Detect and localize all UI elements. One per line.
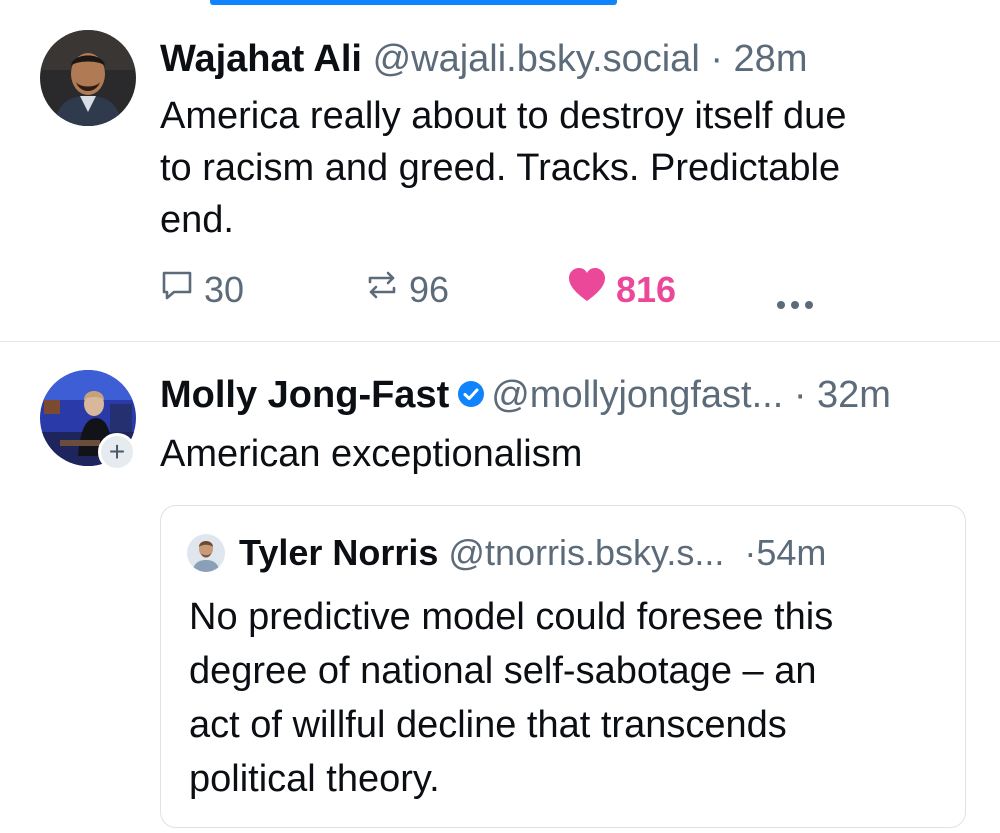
verified-icon <box>457 380 485 408</box>
post-text-line: act of willful decline that transcends <box>189 704 787 746</box>
plus-icon: + <box>108 436 126 467</box>
author-handle[interactable]: @wajali.bsky.social <box>373 38 700 80</box>
reply-button[interactable]: 30 <box>160 268 244 311</box>
more-icon <box>775 278 815 320</box>
author-handle[interactable]: @mollyjongfast... <box>491 374 783 416</box>
repost-icon <box>365 268 399 311</box>
post-text: America really about to destroy itself d… <box>160 90 960 246</box>
post-text-line: political theory. <box>189 758 440 800</box>
quoted-post-text: No predictive model could foresee this d… <box>189 590 949 806</box>
post-actions: 30 96 816 <box>0 264 1000 314</box>
post-text-line: America really about to destroy itself d… <box>160 95 847 137</box>
separator-dot: · <box>744 532 757 573</box>
avatar[interactable] <box>40 30 136 126</box>
author-name[interactable]: Wajahat Ali <box>160 38 362 80</box>
heart-icon <box>568 268 606 311</box>
follow-button[interactable]: + <box>98 433 136 471</box>
feed-post-wajahat-ali[interactable]: Wajahat Ali @wajali.bsky.social · 28m Am… <box>0 0 1000 342</box>
separator-dot: · <box>793 374 807 416</box>
post-text-line: to racism and greed. Tracks. Predictable <box>160 147 841 189</box>
author-name[interactable]: Molly Jong-Fast <box>160 374 449 416</box>
post-text: American exceptionalism <box>160 428 960 480</box>
author-handle[interactable]: @tnorris.bsky.s... <box>448 530 724 576</box>
like-button[interactable]: 816 <box>568 268 676 311</box>
quoted-post-header: Tyler Norris @tnorris.bsky.s... · 54m <box>187 530 826 576</box>
post-text-line: end. <box>160 199 234 241</box>
author-name[interactable]: Tyler Norris <box>239 530 438 576</box>
post-header: Wajahat Ali @wajali.bsky.social · 28m <box>160 36 807 82</box>
reply-icon <box>160 268 194 311</box>
avatar[interactable] <box>187 534 225 572</box>
more-options-button[interactable] <box>775 278 815 320</box>
separator-dot: · <box>710 38 723 80</box>
quoted-post[interactable]: Tyler Norris @tnorris.bsky.s... · 54m No … <box>160 505 966 828</box>
repost-count: 96 <box>409 268 450 310</box>
post-timestamp[interactable]: 28m <box>734 38 808 80</box>
repost-button[interactable]: 96 <box>365 268 449 311</box>
post-timestamp[interactable]: 54m <box>756 530 826 576</box>
post-text-line: degree of national self-sabotage – an <box>189 650 817 692</box>
post-text-line: No predictive model could foresee this <box>189 596 834 638</box>
reply-count: 30 <box>204 268 245 310</box>
post-timestamp[interactable]: 32m <box>817 374 891 416</box>
post-text-line: American exceptionalism <box>160 433 583 475</box>
like-count: 816 <box>616 268 677 310</box>
post-header: Molly Jong-Fast @mollyjongfast... · 32m <box>160 372 891 418</box>
